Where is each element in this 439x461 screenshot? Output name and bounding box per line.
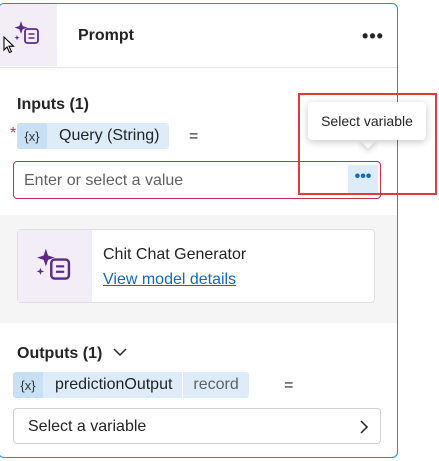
prompt-node-card[interactable]: Prompt ••• Inputs (1) * {x} Query (Strin… xyxy=(0,3,398,458)
model-icon xyxy=(18,230,92,302)
select-variable-label: Select a variable xyxy=(28,418,147,435)
node-header: Prompt ••• xyxy=(0,4,397,68)
output-variable-label: predictionOutput xyxy=(55,376,173,393)
more-options-button[interactable]: ••• xyxy=(359,26,387,46)
outputs-heading: Outputs (1) xyxy=(17,345,103,362)
output-equals-sign: = xyxy=(284,377,294,394)
input-variable-chip: {x} Query (String) xyxy=(17,123,170,149)
required-indicator: * xyxy=(10,125,17,142)
output-variable-chip: {x} predictionOutput record xyxy=(13,372,249,398)
node-title: Prompt xyxy=(78,27,134,44)
inputs-heading: Inputs (1) xyxy=(17,96,89,113)
chevron-down-icon[interactable] xyxy=(112,345,128,359)
input-equals-sign: = xyxy=(189,128,199,145)
variable-icon: {x} xyxy=(13,372,43,398)
input-variable-label: Query (String) xyxy=(59,127,160,144)
highlight-annotation xyxy=(298,93,437,195)
outputs-section: Outputs (1) {x} predictionOutput record … xyxy=(0,323,397,457)
select-output-variable-dropdown[interactable]: Select a variable xyxy=(13,408,381,444)
view-model-details-link[interactable]: View model details xyxy=(103,271,236,289)
model-card: Chit Chat Generator View model details xyxy=(17,229,375,303)
output-type-label: record xyxy=(182,372,248,398)
prompt-icon xyxy=(0,4,57,66)
chevron-right-icon xyxy=(360,420,369,434)
model-name: Chit Chat Generator xyxy=(103,246,247,263)
mouse-cursor-icon xyxy=(3,36,15,54)
model-section: Chit Chat Generator View model details xyxy=(0,215,397,323)
variable-icon: {x} xyxy=(17,123,47,149)
